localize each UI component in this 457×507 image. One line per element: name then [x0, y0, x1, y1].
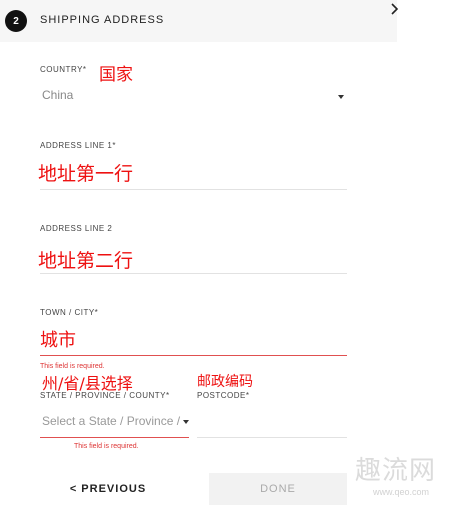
chevron-down-icon	[338, 95, 344, 99]
address-line-1-underline	[40, 189, 347, 190]
postcode-label: POSTCODE*	[197, 391, 250, 400]
town-city-underline	[40, 355, 347, 356]
previous-button[interactable]: < PREVIOUS	[40, 473, 176, 505]
address-line-2-input[interactable]: 地址第二行	[38, 246, 133, 273]
address-line-1-input[interactable]: 地址第一行	[38, 159, 133, 186]
town-city-error: This field is required.	[40, 363, 105, 370]
country-annotation: 国家	[99, 65, 133, 85]
postcode-underline	[197, 437, 347, 438]
town-city-label: TOWN / CITY*	[40, 308, 99, 317]
country-label: COUNTRY*	[40, 65, 87, 74]
address-line-1-label: ADDRESS LINE 1*	[40, 141, 116, 150]
done-button[interactable]: DONE	[209, 473, 347, 505]
chevron-down-icon	[183, 420, 189, 424]
country-value: China	[42, 88, 74, 102]
watermark: 趣流网 www.qeo.com	[355, 450, 455, 500]
town-city-input[interactable]: 城市	[40, 326, 76, 352]
state-placeholder: Select a State / Province / County	[42, 414, 183, 428]
postcode-annotation: 邮政编码	[197, 374, 253, 390]
section-header: 2 SHIPPING ADDRESS	[0, 0, 397, 42]
chevron-right-icon[interactable]	[388, 2, 402, 16]
state-label: STATE / PROVINCE / COUNTY*	[40, 391, 170, 400]
address-line-2-label: ADDRESS LINE 2	[40, 224, 113, 233]
section-title: SHIPPING ADDRESS	[40, 14, 165, 26]
address-line-2-underline	[40, 273, 347, 274]
watermark-logo: 趣流网	[355, 456, 437, 486]
postcode-input[interactable]	[197, 405, 347, 435]
state-underline	[40, 437, 189, 438]
step-number-badge: 2	[5, 10, 27, 32]
watermark-url: www.qeo.com	[373, 487, 430, 497]
state-error: This field is required.	[74, 443, 139, 450]
